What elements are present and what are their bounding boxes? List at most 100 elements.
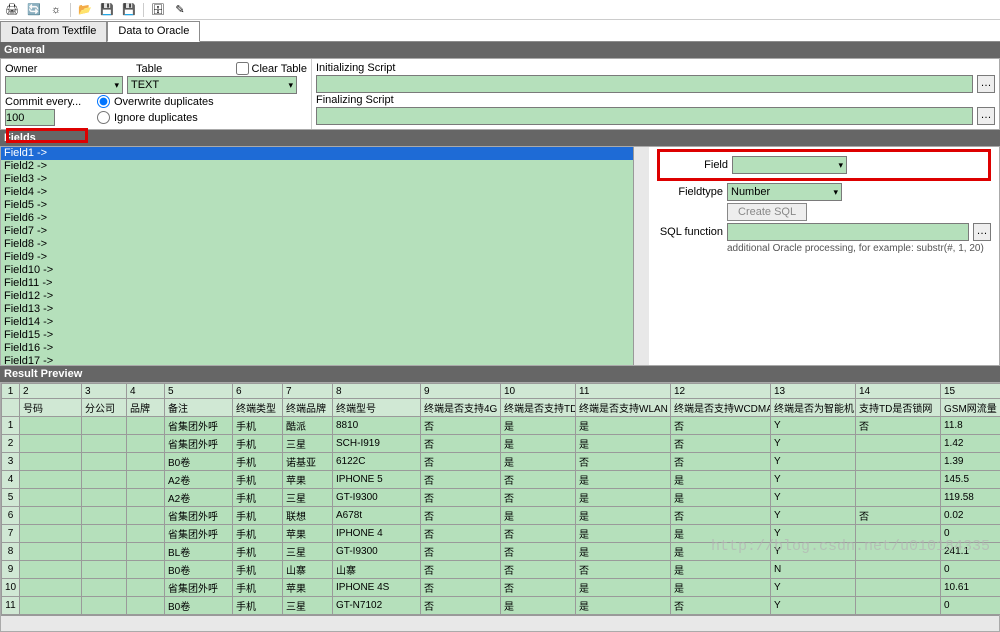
cell[interactable]: 否 — [501, 579, 576, 597]
field-item[interactable]: Field13 -> — [1, 303, 633, 316]
cell[interactable]: 否 — [421, 417, 501, 435]
field-item[interactable]: Field2 -> — [1, 160, 633, 173]
cell[interactable]: 是 — [576, 543, 671, 561]
cell[interactable]: 手机 — [233, 489, 283, 507]
cell[interactable]: 三星 — [283, 543, 333, 561]
cell[interactable] — [20, 525, 82, 543]
col-index[interactable]: 14 — [856, 384, 941, 399]
cell[interactable] — [127, 525, 165, 543]
cell[interactable]: 是 — [671, 579, 771, 597]
cell[interactable]: 省集团外呼 — [165, 525, 233, 543]
cell[interactable]: 否 — [421, 597, 501, 615]
cell[interactable] — [127, 543, 165, 561]
cell[interactable]: 是 — [671, 561, 771, 579]
col-index[interactable]: 15 — [941, 384, 1000, 399]
print-icon[interactable]: 🖨 — [4, 2, 20, 18]
cell[interactable]: 手机 — [233, 543, 283, 561]
cell[interactable]: 是 — [576, 417, 671, 435]
cell[interactable]: 9 — [2, 561, 20, 579]
cell[interactable]: 6122C — [333, 453, 421, 471]
cell[interactable]: 否 — [421, 489, 501, 507]
commit-input[interactable] — [5, 109, 55, 126]
cell[interactable]: Y — [771, 453, 856, 471]
cell[interactable]: 0 — [941, 561, 1000, 579]
col-header[interactable]: 终端型号 — [333, 399, 421, 417]
cell[interactable]: B0卷 — [165, 597, 233, 615]
fields-scrollbar[interactable] — [633, 147, 649, 365]
cell[interactable]: 10 — [2, 579, 20, 597]
cell[interactable]: 0 — [941, 597, 1000, 615]
cell[interactable] — [82, 417, 127, 435]
field-item[interactable]: Field16 -> — [1, 342, 633, 355]
cell[interactable]: 否 — [671, 453, 771, 471]
cell[interactable]: 5 — [2, 489, 20, 507]
col-header[interactable]: 终端是否支持WLAN — [576, 399, 671, 417]
cell[interactable]: 手机 — [233, 435, 283, 453]
cell[interactable]: 省集团外呼 — [165, 579, 233, 597]
col-header[interactable]: 终端类型 — [233, 399, 283, 417]
cell[interactable] — [82, 453, 127, 471]
cell[interactable]: 否 — [671, 435, 771, 453]
cell[interactable]: 1.39 — [941, 453, 1000, 471]
cell[interactable]: 11.8 — [941, 417, 1000, 435]
col-header[interactable] — [2, 399, 20, 417]
cell[interactable] — [82, 435, 127, 453]
cell[interactable] — [127, 489, 165, 507]
cell[interactable] — [20, 507, 82, 525]
cell[interactable]: 否 — [501, 489, 576, 507]
cell[interactable] — [856, 453, 941, 471]
cell[interactable]: 是 — [576, 471, 671, 489]
clear-table-checkbox[interactable]: Clear Table — [236, 62, 307, 75]
cell[interactable]: 是 — [501, 417, 576, 435]
cell[interactable]: 10.61 — [941, 579, 1000, 597]
cell[interactable]: 否 — [421, 579, 501, 597]
cell[interactable]: 是 — [576, 435, 671, 453]
col-index[interactable]: 6 — [233, 384, 283, 399]
col-index[interactable]: 13 — [771, 384, 856, 399]
fieldtype-combo[interactable]: Number — [727, 183, 842, 201]
cell[interactable]: Y — [771, 579, 856, 597]
cell[interactable]: 145.5 — [941, 471, 1000, 489]
col-header[interactable]: 终端是否支持TD — [501, 399, 576, 417]
cell[interactable]: 否 — [501, 525, 576, 543]
cell[interactable] — [82, 579, 127, 597]
cell[interactable]: 否 — [671, 597, 771, 615]
cell[interactable]: 手机 — [233, 417, 283, 435]
cell[interactable]: IPHONE 4 — [333, 525, 421, 543]
col-header[interactable]: 终端是否为智能机 — [771, 399, 856, 417]
cell[interactable] — [82, 507, 127, 525]
cell[interactable]: IPHONE 4S — [333, 579, 421, 597]
col-index[interactable]: 12 — [671, 384, 771, 399]
preview-table[interactable]: 123456789101112131415号码分公司品牌备注终端类型终端品牌终端… — [1, 383, 1000, 615]
cell[interactable]: 否 — [421, 435, 501, 453]
cell[interactable]: 联想 — [283, 507, 333, 525]
cell[interactable] — [82, 525, 127, 543]
cell[interactable]: 手机 — [233, 525, 283, 543]
col-index[interactable]: 4 — [127, 384, 165, 399]
col-index[interactable]: 10 — [501, 384, 576, 399]
cell[interactable]: Y — [771, 435, 856, 453]
cell[interactable]: 否 — [856, 507, 941, 525]
cell[interactable]: 山寨 — [333, 561, 421, 579]
sqlfn-browse[interactable]: … — [973, 223, 991, 241]
cell[interactable]: 手机 — [233, 453, 283, 471]
field-item[interactable]: Field11 -> — [1, 277, 633, 290]
cell[interactable]: 诺基亚 — [283, 453, 333, 471]
cell[interactable]: B0卷 — [165, 561, 233, 579]
cell[interactable] — [856, 561, 941, 579]
cell[interactable]: 1 — [2, 417, 20, 435]
cell[interactable]: Y — [771, 471, 856, 489]
cell[interactable] — [82, 543, 127, 561]
field-combo[interactable] — [732, 156, 847, 174]
cell[interactable]: 否 — [576, 561, 671, 579]
col-index[interactable]: 3 — [82, 384, 127, 399]
cell[interactable]: SCH-I919 — [333, 435, 421, 453]
cell[interactable]: 是 — [576, 597, 671, 615]
field-item[interactable]: Field10 -> — [1, 264, 633, 277]
cell[interactable]: 8810 — [333, 417, 421, 435]
save-as-icon[interactable]: 💾 — [121, 2, 137, 18]
cell[interactable]: 苹果 — [283, 579, 333, 597]
cell[interactable]: 苹果 — [283, 471, 333, 489]
open-icon[interactable]: 📂 — [77, 2, 93, 18]
cell[interactable]: GT-I9300 — [333, 543, 421, 561]
